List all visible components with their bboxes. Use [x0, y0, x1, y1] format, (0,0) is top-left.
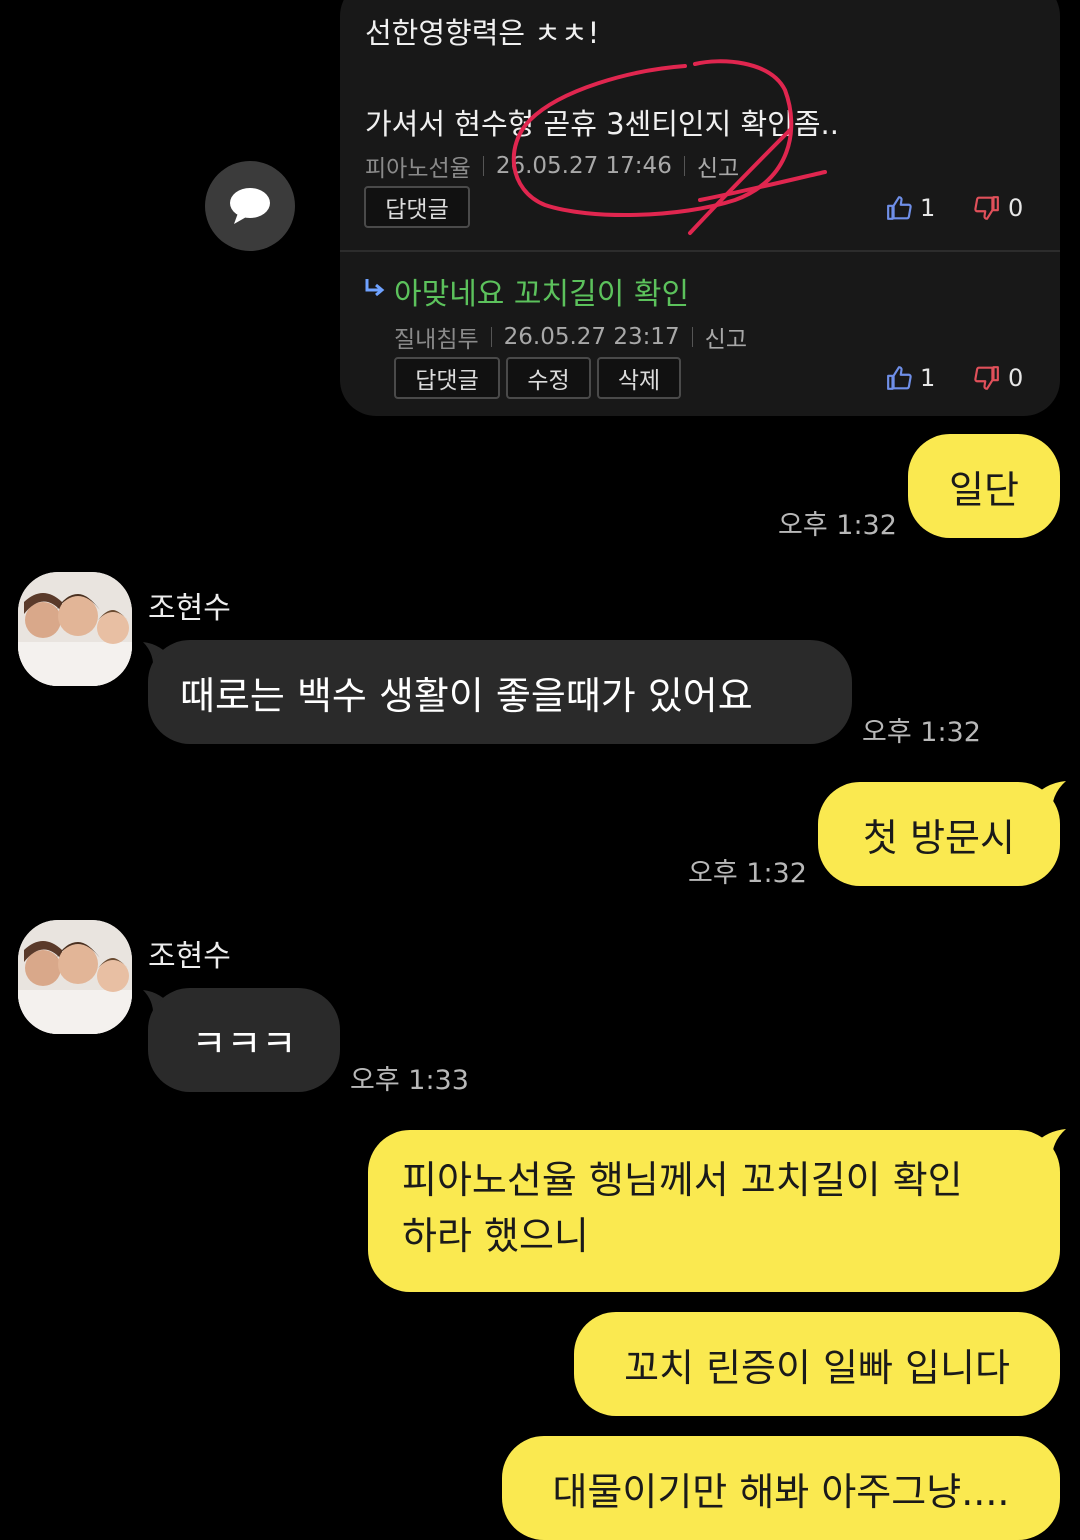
thumbs-up-icon	[887, 366, 912, 390]
comment-author[interactable]: 피아노선율	[365, 149, 471, 183]
reply-dislike-button[interactable]: 0	[974, 364, 1023, 392]
message-time: 오후 1:32	[688, 858, 807, 889]
red-scribble-annotation	[511, 59, 827, 235]
comment-divider	[340, 250, 1060, 252]
thumbs-down-icon	[974, 196, 999, 220]
my-message-bubble[interactable]: 대물이기만 해봐 아주그냥....	[502, 1436, 1060, 1540]
message-text: 첫 방문시	[863, 815, 1015, 860]
reply-report-link[interactable]: 신고	[705, 320, 747, 354]
message-text: 꼬치 린증이 일빠 입니다	[624, 1345, 1010, 1390]
reply-like-count: 1	[920, 364, 936, 392]
message-text: ㅋㅋㅋ	[191, 1021, 297, 1066]
like-button[interactable]: 1	[886, 194, 935, 222]
profile-photo	[18, 920, 132, 1034]
chat-bubble-button[interactable]	[205, 161, 295, 251]
thumbs-down-icon	[974, 366, 999, 390]
my-message-bubble[interactable]: 일단	[908, 434, 1060, 538]
message-text: 대물이기만 해봐 아주그냥....	[552, 1469, 1010, 1514]
message-text: 때로는 백수 생활이 좋을때가 있어요	[180, 673, 753, 718]
thumbs-up-icon	[887, 196, 912, 220]
dislike-count: 0	[1008, 194, 1024, 222]
avatar[interactable]	[18, 572, 132, 686]
reply-arrow-icon	[365, 279, 385, 297]
reply-date: 26.05.27 23:17	[503, 324, 680, 350]
reply-dislike-count: 0	[1008, 364, 1024, 392]
my-message-bubble[interactable]: 꼬치 린증이 일빠 입니다	[574, 1312, 1060, 1416]
delete-button[interactable]: 삭제	[597, 357, 681, 399]
message-text-line: 하라 했으니	[402, 1214, 589, 1258]
message-text-line: 피아노선율 행님께서 꼬치길이 확인	[402, 1158, 963, 1202]
edit-button[interactable]: 수정	[506, 357, 591, 399]
sender-name: 조현수	[148, 939, 231, 974]
message-time: 오후 1:33	[350, 1065, 469, 1096]
other-message-bubble[interactable]: 때로는 백수 생활이 좋을때가 있어요	[148, 640, 852, 744]
my-message-bubble[interactable]: 피아노선율 행님께서 꼬치길이 확인 하라 했으니	[368, 1130, 1060, 1292]
reply-meta: 질내침투 26.05.27 23:17 신고	[394, 320, 747, 354]
other-message-bubble[interactable]: ㅋㅋㅋ	[148, 988, 340, 1092]
profile-photo	[18, 572, 132, 686]
avatar[interactable]	[18, 920, 132, 1034]
message-text: 일단	[949, 467, 1019, 512]
reply-text: 아맞네요 꼬치길이 확인	[394, 277, 690, 312]
dislike-button[interactable]: 0	[974, 194, 1023, 222]
comment-partial-text: 선한영향력은 ㅊㅊ!	[365, 16, 600, 50]
meta-separator	[482, 156, 484, 176]
reply-button[interactable]: 답댓글	[364, 186, 470, 228]
sender-name: 조현수	[148, 591, 231, 626]
meta-separator	[691, 327, 693, 347]
like-count: 1	[920, 194, 936, 222]
reply-author[interactable]: 질내침투	[394, 320, 479, 354]
my-message-bubble[interactable]: 첫 방문시	[818, 782, 1060, 886]
message-time: 오후 1:32	[862, 717, 981, 748]
reply-like-button[interactable]: 1	[886, 364, 935, 392]
reply-reply-button[interactable]: 답댓글	[394, 357, 500, 399]
speech-bubble-icon	[230, 188, 270, 224]
message-time: 오후 1:32	[778, 510, 897, 541]
meta-separator	[490, 327, 492, 347]
